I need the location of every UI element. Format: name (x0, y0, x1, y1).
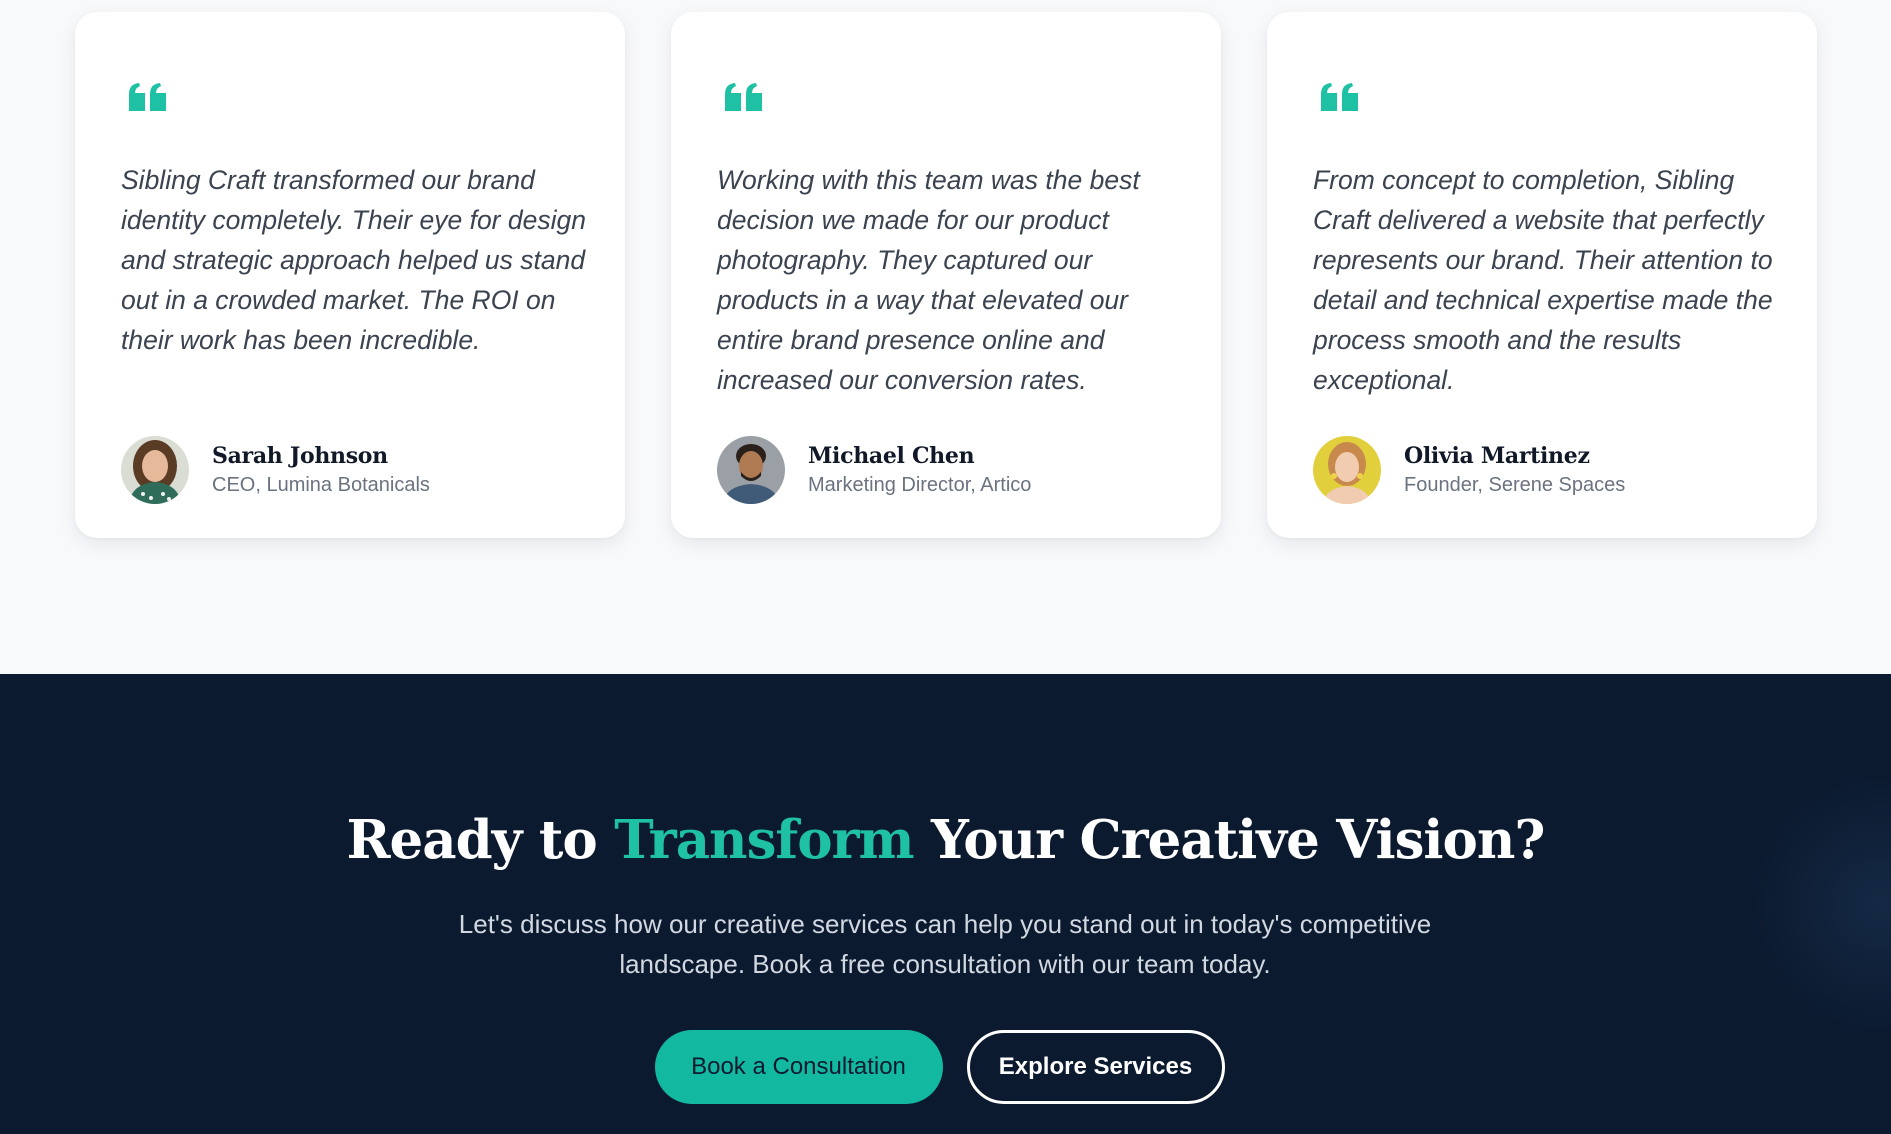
author-info: Michael Chen Marketing Director, Artico (808, 442, 1031, 498)
author-role: Marketing Director, Artico (808, 474, 1032, 496)
testimonial-author: Sarah Johnson CEO, Lumina Botanicals (121, 436, 430, 504)
testimonial-author: Michael Chen Marketing Director, Artico (717, 436, 1031, 504)
testimonial-quote: Sibling Craft transformed our brand iden… (121, 165, 586, 355)
quote-icon (723, 82, 765, 112)
avatar (1313, 436, 1381, 504)
testimonial-card: Sibling Craft transformed our brand iden… (75, 12, 625, 538)
quote-icon (127, 82, 169, 112)
quote-icon (1319, 82, 1361, 112)
testimonial-quote: From concept to completion, Sibling Craf… (1313, 165, 1773, 395)
avatar (121, 436, 189, 504)
explore-services-button[interactable]: Explore Services (966, 1030, 1225, 1104)
avatar (717, 436, 785, 504)
page: Sibling Craft transformed our brand iden… (0, 0, 1891, 1134)
author-info: Olivia Martinez Founder, Serene Spaces (1404, 442, 1625, 498)
author-info: Sarah Johnson CEO, Lumina Botanicals (212, 442, 430, 498)
author-role: Founder, Serene Spaces (1404, 474, 1626, 496)
author-name: Sarah Johnson (212, 443, 388, 469)
testimonial-author: Olivia Martinez Founder, Serene Spaces (1313, 436, 1625, 504)
testimonial-quote: Working with this team was the best deci… (717, 165, 1140, 395)
cta-buttons: Book a Consultation Explore Services (0, 1030, 1891, 1104)
cta-section: Ready to Transform Your Creative Vision?… (0, 674, 1891, 1134)
testimonial-card: From concept to completion, Sibling Craf… (1267, 12, 1817, 538)
cta-description: Let's discuss how our creative services … (458, 909, 1432, 979)
testimonial-card: Working with this team was the best deci… (671, 12, 1221, 538)
testimonials-section: Sibling Craft transformed our brand iden… (0, 0, 1891, 674)
cta-title-tail: Your Creative Vision? (913, 809, 1545, 871)
author-role: CEO, Lumina Botanicals (212, 474, 430, 496)
cta-title-lead: Ready to (346, 809, 615, 871)
book-consultation-button[interactable]: Book a Consultation (654, 1030, 943, 1104)
cta-title-accent: Transform (614, 809, 914, 871)
cta-title: Ready to Transform Your Creative Vision? (0, 808, 1891, 872)
author-name: Michael Chen (808, 443, 975, 469)
author-name: Olivia Martinez (1404, 443, 1590, 469)
